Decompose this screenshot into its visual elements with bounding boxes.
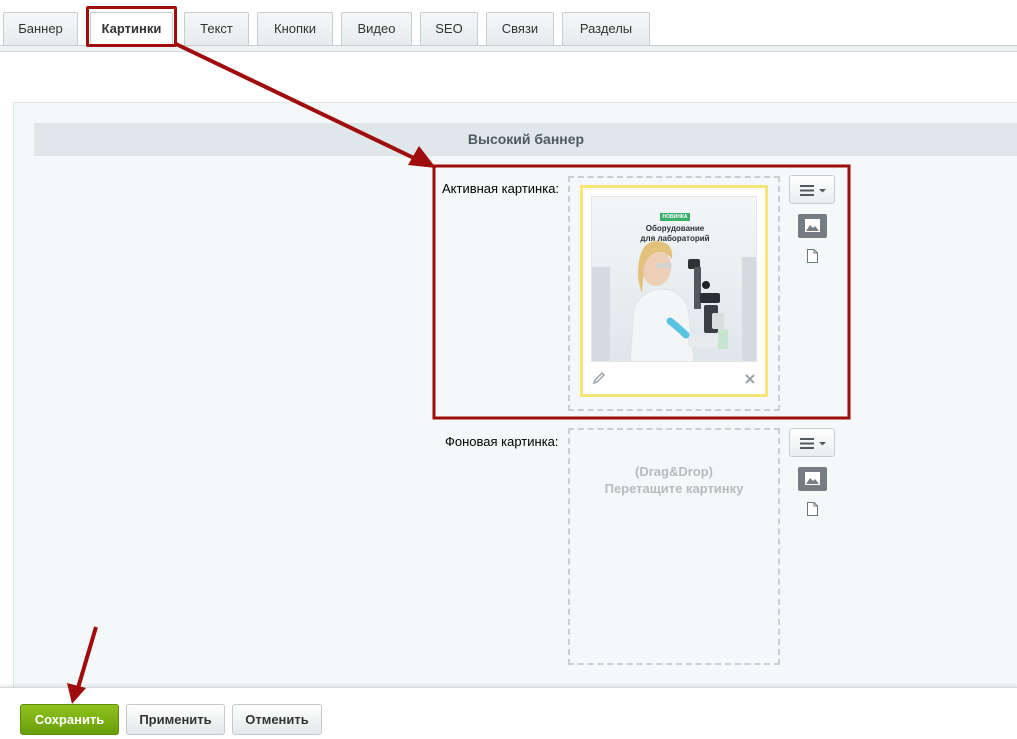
- file-icon: [807, 502, 818, 516]
- tab-sections[interactable]: Разделы: [562, 12, 650, 45]
- background-image-gallery-button[interactable]: [798, 467, 827, 491]
- tab-seo[interactable]: SEO: [420, 12, 478, 45]
- active-image-label: Активная картинка:: [442, 181, 560, 196]
- thumbnail-title-line2: для лабораторий: [640, 234, 710, 243]
- tab-text[interactable]: Текст: [184, 12, 249, 45]
- content-area: Высокий баннер Активная картинка: НОВИНК…: [0, 52, 1017, 687]
- active-image-card: НОВИНКА Оборудование для лабораторий: [580, 185, 768, 397]
- active-image-dropzone[interactable]: НОВИНКА Оборудование для лабораторий: [568, 176, 780, 411]
- pencil-icon[interactable]: [592, 371, 606, 388]
- tab-bar-divider: [0, 45, 1017, 52]
- thumbnail-title-line1: Оборудование: [645, 224, 705, 233]
- settings-panel: Высокий баннер Активная картинка: НОВИНК…: [13, 102, 1017, 687]
- tab-video[interactable]: Видео: [341, 12, 412, 45]
- tab-buttons[interactable]: Кнопки: [257, 12, 333, 45]
- tab-bar: Баннер Картинки Текст Кнопки Видео SEO С…: [0, 0, 1017, 52]
- tab-images[interactable]: Картинки: [90, 12, 173, 46]
- active-image-thumbnail[interactable]: НОВИНКА Оборудование для лабораторий: [591, 196, 757, 362]
- background-image-dropzone[interactable]: (Drag&Drop) Перетащите картинку: [568, 428, 780, 665]
- new-badge: НОВИНКА: [659, 213, 691, 221]
- menu-icon: [800, 185, 826, 196]
- background-image-menu-button[interactable]: [789, 428, 835, 457]
- cancel-button[interactable]: Отменить: [232, 704, 322, 735]
- dropzone-hint-line2: Перетащите картинку: [604, 481, 744, 496]
- file-icon: [807, 249, 818, 263]
- active-image-gallery-button[interactable]: [798, 214, 827, 238]
- apply-button[interactable]: Применить: [126, 704, 225, 735]
- background-image-label: Фоновая картинка:: [445, 434, 559, 449]
- menu-icon: [800, 438, 826, 449]
- form-footer: Сохранить Применить Отменить: [0, 687, 1017, 739]
- thumbnail-caption: НОВИНКА Оборудование для лабораторий: [592, 206, 756, 244]
- image-icon: [805, 472, 820, 485]
- close-icon[interactable]: [744, 372, 756, 388]
- background-image-file-button[interactable]: [807, 502, 818, 516]
- dropzone-hint-line1: (Drag&Drop): [635, 464, 713, 479]
- active-image-file-button[interactable]: [807, 249, 818, 263]
- image-icon: [805, 219, 820, 232]
- active-image-menu-button[interactable]: [789, 175, 835, 204]
- save-button[interactable]: Сохранить: [20, 704, 119, 735]
- section-title: Высокий баннер: [34, 123, 1017, 156]
- tab-links[interactable]: Связи: [486, 12, 554, 45]
- tab-banner[interactable]: Баннер: [3, 12, 78, 45]
